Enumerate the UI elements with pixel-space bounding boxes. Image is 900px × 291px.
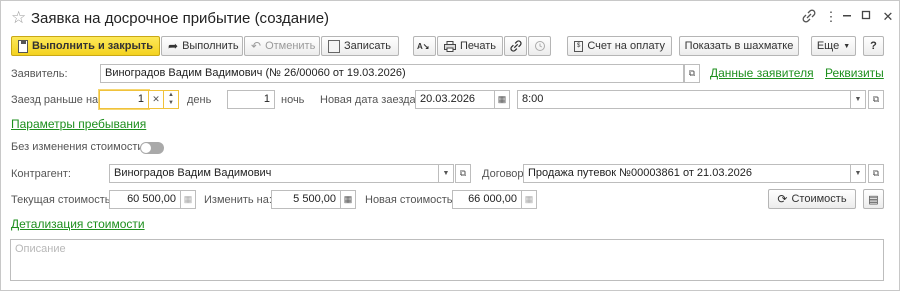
contract-field[interactable]: Продажа путевок №00003861 от 21.03.2026 [523,164,854,183]
favorite-star-icon[interactable]: ☆ [11,8,26,28]
chessboard-label: Показать в шахматке [684,40,794,52]
undo-arrow-icon: ↶ [251,39,262,53]
description-placeholder: Описание [15,243,66,255]
save-button[interactable]: Записать [321,36,399,56]
help-button[interactable]: ? [863,36,884,56]
nights-input[interactable]: 1 [227,90,275,109]
invoice-label: Счет на оплату [587,40,665,52]
days-input[interactable]: 1 [99,90,149,109]
counterparty-label: Контрагент: [11,168,71,180]
more-button[interactable]: Еще ▼ [811,36,856,56]
calculator-settings-icon: ▤ [868,193,879,206]
current-cost-label: Текущая стоимость: [11,194,114,206]
contract-label: Договор: [482,168,527,180]
maximize-icon[interactable] [860,9,878,21]
more-label: Еще [816,40,840,52]
counterparty-field[interactable]: Виноградов Вадим Вадимович [109,164,439,183]
spelling-check-button[interactable]: A↘ [413,36,436,56]
history-button[interactable] [528,36,551,56]
link-icon[interactable] [802,9,820,23]
new-arrival-date-label: Новая дата заезда: [320,94,419,106]
printer-icon [444,40,456,52]
new-cost-field: 66 000,00 [452,190,522,209]
help-label: ? [870,40,877,52]
change-by-calculator-icon[interactable]: ▦ [340,190,356,209]
no-cost-change-toggle[interactable] [140,142,164,154]
open-counterparty-icon[interactable]: ⧉ [455,164,471,183]
days-unit-label: день [187,94,212,106]
execute-close-label: Выполнить и закрыть [31,40,153,52]
current-cost-field: 60 500,00 [109,190,181,209]
applicant-field[interactable]: Виноградов Вадим Вадимович (№ 26/00060 о… [100,64,684,83]
new-cost-label: Новая стоимость: [365,194,456,206]
counterparty-dropdown-arrow-icon[interactable]: ▼ [438,164,454,183]
show-chessboard-button[interactable]: Показать в шахматке [679,36,799,56]
history-clock-icon [534,40,546,52]
dropdown-arrow-icon: ▼ [843,42,851,50]
spin-updown-icon[interactable]: ▲ ▼ [163,90,179,109]
save-doc-icon [328,39,340,53]
cancel-button[interactable]: ↶ Отменить [244,36,320,56]
spelling-icon: A↘ [417,41,430,51]
window-title: Заявка на досрочное прибытие (создание) [31,10,330,27]
change-by-label: Изменить на: [204,194,272,206]
cost-details-link[interactable]: Детализация стоимости [11,217,145,231]
form-window: ☆ Заявка на досрочное прибытие (создание… [0,0,900,291]
print-button[interactable]: Печать [437,36,503,56]
clear-icon[interactable]: ✕ [148,90,164,109]
close-icon[interactable]: ✕ [879,9,897,25]
link-chain-button[interactable] [504,36,527,56]
open-contract-icon[interactable]: ⧉ [868,164,884,183]
cancel-label: Отменить [265,40,316,52]
description-field[interactable]: Описание [10,239,884,281]
cost-button[interactable]: ⟳ Стоимость [768,189,856,209]
print-label: Печать [460,40,497,52]
change-by-field[interactable]: 5 500,00 [271,190,341,209]
calendar-icon[interactable]: ▦ [494,90,510,109]
more-menu-icon[interactable]: ⋮ [822,9,840,25]
cost-button-label: Стоимость [791,193,847,205]
arrival-time-field[interactable]: 8:00 [517,90,866,109]
stay-params-link[interactable]: Параметры пребывания [11,117,146,131]
applicant-label: Заявитель: [11,68,68,80]
execute-close-button[interactable]: Выполнить и закрыть [11,36,160,56]
invoice-icon: $ [574,40,584,52]
invoice-button[interactable]: $ Счет на оплату [567,36,672,56]
time-dropdown-arrow-icon[interactable]: ▼ [850,90,866,109]
chain-link-icon [510,40,522,52]
nights-unit-label: ночь [281,94,305,106]
new-arrival-date-field[interactable]: 20.03.2026 [415,90,495,109]
save-label: Записать [344,40,392,52]
requisites-link[interactable]: Реквизиты [825,66,884,80]
forward-arrow-icon: ➦ [168,39,179,53]
refresh-icon: ⟳ [777,192,788,206]
no-cost-change-label: Без изменения стоимости: [11,141,147,153]
arrival-earlier-label: Заезд раньше на: [11,94,102,106]
cost-calc-settings-button[interactable]: ▤ [863,189,884,209]
current-cost-calculator-icon: ▦ [180,190,196,209]
minimize-icon[interactable] [841,9,859,21]
execute-button[interactable]: ➦ Выполнить [161,36,243,56]
contract-dropdown-arrow-icon[interactable]: ▼ [850,164,866,183]
execute-label: Выполнить [182,40,239,52]
open-applicant-icon[interactable]: ⧉ [684,64,700,83]
save-close-icon [18,39,28,53]
open-time-icon[interactable]: ⧉ [868,90,884,109]
applicant-data-link[interactable]: Данные заявителя [710,66,814,80]
new-cost-calculator-icon: ▦ [521,190,537,209]
